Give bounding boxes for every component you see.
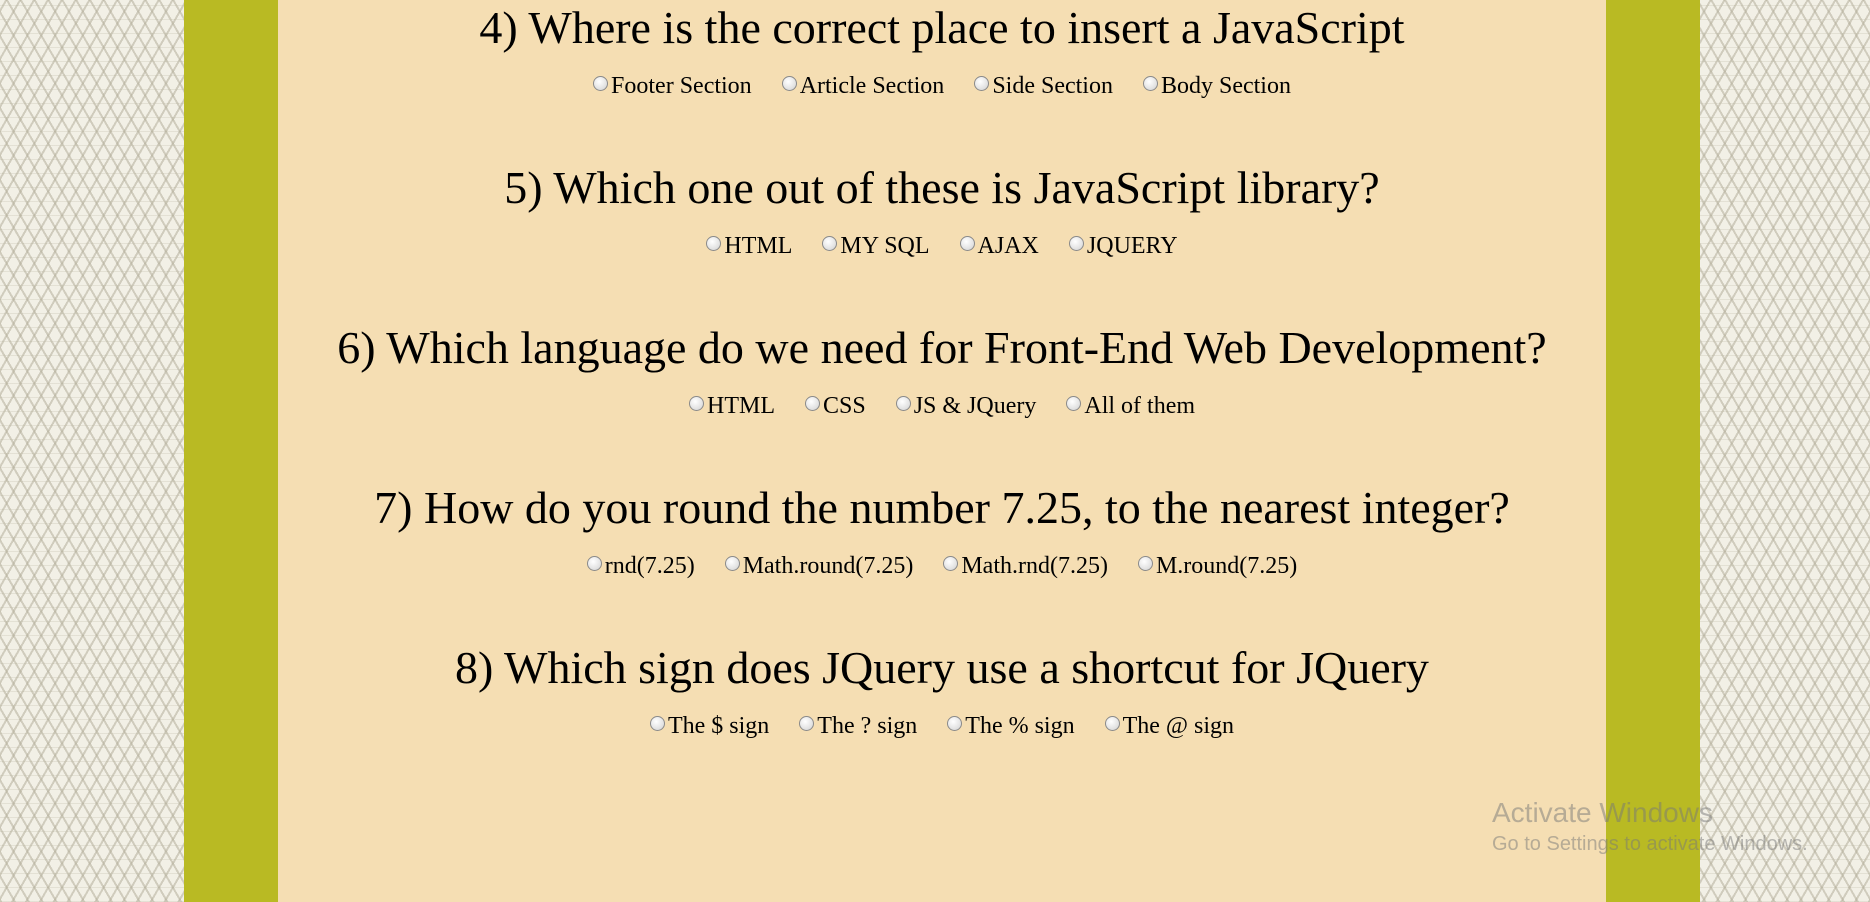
radio-button[interactable] — [593, 75, 609, 91]
option-side-section[interactable]: Side Section — [974, 73, 1113, 100]
radio-button[interactable] — [724, 555, 740, 571]
radio-button[interactable] — [649, 715, 665, 731]
option-label: Body Section — [1160, 72, 1291, 99]
radio-button[interactable] — [706, 235, 722, 251]
option-label: Footer Section — [611, 72, 752, 99]
question-4: 4) Where is the correct place to insert … — [278, 2, 1606, 100]
radio-button[interactable] — [1066, 395, 1082, 411]
answer-options: Footer Section Article Section Side Sect… — [278, 73, 1606, 100]
option-jquery[interactable]: JQUERY — [1068, 232, 1178, 260]
option-css[interactable]: CSS — [804, 392, 866, 420]
option-label: JQUERY — [1086, 232, 1178, 259]
radio-button[interactable] — [586, 555, 602, 571]
option-label: HTML — [724, 232, 793, 259]
answer-options: rnd(7.25) Math.round(7.25) Math.rnd(7.25… — [278, 553, 1606, 580]
radio-button[interactable] — [1142, 75, 1158, 91]
radio-button[interactable] — [781, 75, 797, 91]
radio-button[interactable] — [943, 555, 959, 571]
option-label: M.round(7.25) — [1155, 552, 1298, 579]
option-label: The ? sign — [817, 712, 918, 739]
question-text: 5) Which one out of these is JavaScript … — [504, 162, 1380, 213]
option-label: The @ sign — [1122, 712, 1235, 739]
option-label: AJAX — [977, 232, 1039, 259]
option-body-section[interactable]: Body Section — [1142, 72, 1291, 100]
answer-options: HTML CSS JS & JQuery All of them — [278, 393, 1606, 420]
option-label: All of them — [1084, 392, 1196, 419]
option-label: rnd(7.25) — [604, 552, 695, 579]
option-label: The $ sign — [667, 712, 770, 739]
option-ajax[interactable]: AJAX — [959, 232, 1039, 260]
option-article-section[interactable]: Article Section — [781, 72, 945, 100]
question-8: 8) Which sign does JQuery use a shortcut… — [278, 642, 1606, 740]
option-math-rnd[interactable]: Math.rnd(7.25) — [943, 553, 1108, 580]
option-m-round[interactable]: M.round(7.25) — [1137, 552, 1298, 580]
radio-button[interactable] — [804, 395, 820, 411]
option-label: JS & JQuery — [913, 392, 1037, 419]
option-mysql[interactable]: MY SQL — [822, 232, 930, 260]
option-percent-sign[interactable]: The % sign — [947, 712, 1075, 740]
quiz-panel: 4) Where is the correct place to insert … — [278, 0, 1606, 902]
question-text: 6) Which language do we need for Front-E… — [337, 322, 1547, 373]
question-5: 5) Which one out of these is JavaScript … — [278, 162, 1606, 260]
option-at-sign[interactable]: The @ sign — [1104, 712, 1235, 740]
answer-options: HTML MY SQL AJAX JQUERY — [278, 233, 1606, 260]
option-label: The % sign — [965, 712, 1075, 739]
radio-button[interactable] — [688, 395, 704, 411]
question-text: 7) How do you round the number 7.25, to … — [374, 482, 1510, 533]
watermark-subtitle: Go to Settings to activate Windows. — [1492, 832, 1808, 855]
question-text: 8) Which sign does JQuery use a shortcut… — [455, 642, 1429, 693]
watermark-title: Activate Windows — [1492, 797, 1713, 828]
radio-button[interactable] — [1137, 555, 1153, 571]
radio-button[interactable] — [1104, 715, 1120, 731]
option-label: Side Section — [992, 72, 1113, 99]
radio-button[interactable] — [799, 715, 815, 731]
question-7: 7) How do you round the number 7.25, to … — [278, 482, 1606, 580]
option-label: CSS — [822, 392, 866, 419]
option-label: Math.rnd(7.25) — [961, 552, 1108, 579]
option-math-round[interactable]: Math.round(7.25) — [724, 552, 914, 580]
activate-windows-watermark: Activate Windows Go to Settings to activ… — [1492, 796, 1808, 858]
radio-button[interactable] — [947, 715, 963, 731]
answer-options: The $ sign The ? sign The % sign The @ s… — [278, 713, 1606, 740]
option-html[interactable]: HTML — [706, 233, 792, 260]
option-html[interactable]: HTML — [688, 392, 775, 420]
radio-button[interactable] — [895, 395, 911, 411]
option-label: Math.round(7.25) — [742, 552, 914, 579]
option-footer-section[interactable]: Footer Section — [593, 73, 752, 100]
option-all-of-them[interactable]: All of them — [1066, 393, 1195, 420]
option-rnd[interactable]: rnd(7.25) — [586, 552, 695, 580]
option-label: HTML — [706, 392, 775, 419]
question-6: 6) Which language do we need for Front-E… — [278, 322, 1606, 420]
radio-button[interactable] — [959, 235, 975, 251]
question-text: 4) Where is the correct place to insert … — [479, 2, 1405, 53]
radio-button[interactable] — [1068, 235, 1084, 251]
radio-button[interactable] — [822, 235, 838, 251]
option-js-jquery[interactable]: JS & JQuery — [895, 392, 1037, 420]
radio-button[interactable] — [974, 75, 990, 91]
option-question-sign[interactable]: The ? sign — [799, 713, 917, 740]
option-label: MY SQL — [840, 232, 930, 259]
option-label: Article Section — [799, 72, 945, 99]
option-dollar-sign[interactable]: The $ sign — [649, 712, 770, 740]
